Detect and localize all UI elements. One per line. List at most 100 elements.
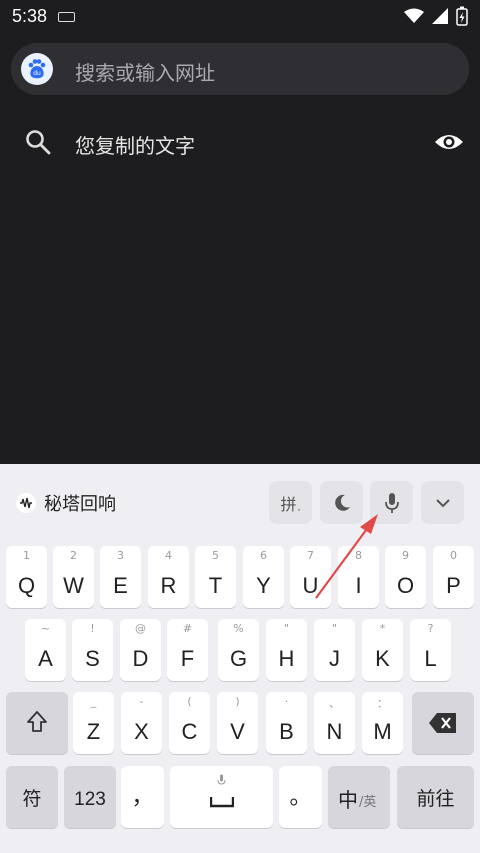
key-hint: # (182, 622, 193, 635)
space-key[interactable] (170, 766, 273, 828)
key-hint: @ (135, 622, 146, 635)
key-x[interactable]: -X (121, 692, 162, 754)
key-d[interactable]: @ D (120, 619, 161, 681)
key-label: P (446, 573, 461, 598)
key-k[interactable]: * K (362, 619, 403, 681)
suggestion-text: 您复制的文字 (75, 134, 195, 158)
key-p[interactable]: 0P (433, 546, 474, 608)
clipboard-suggestion[interactable]: 您复制的文字 (0, 118, 480, 170)
moon-icon (334, 494, 350, 511)
key-hint: ~ (40, 622, 51, 635)
key-hint: _ (90, 695, 97, 708)
comma-label: ， (131, 784, 154, 809)
key-label: M (373, 719, 392, 744)
key-v[interactable]: ) V (217, 692, 258, 754)
key-a[interactable]: ~ A (25, 619, 66, 681)
period-label: 。 (289, 784, 312, 809)
search-input[interactable]: 搜索或输入网址 (75, 57, 215, 86)
key-hint: - (139, 695, 144, 708)
key-b[interactable]: · B (266, 692, 307, 754)
collapse-keyboard-button[interactable] (421, 481, 464, 524)
key-z[interactable]: _ Z (73, 692, 114, 754)
key-hint: 8 (355, 549, 362, 562)
key-m[interactable]: ： M (362, 692, 403, 754)
key-hint: % (233, 622, 244, 635)
key-hint: · (284, 695, 289, 708)
keyboard-brand[interactable]: 秘塔回响 (16, 490, 116, 516)
key-label: Y (256, 573, 271, 598)
waveform-icon (16, 493, 36, 513)
key-label: I (355, 573, 362, 598)
key-r[interactable]: 4R (148, 546, 189, 608)
key-label: E (113, 573, 128, 598)
key-hint: 6 (260, 549, 267, 562)
status-icons (404, 6, 468, 26)
key-label: G (229, 646, 248, 671)
key-hint: 5 (212, 549, 219, 562)
key-label: A (38, 646, 53, 671)
keyboard-indicator-icon (58, 12, 75, 22)
search-icon (26, 130, 51, 155)
logo-text: du (33, 70, 41, 77)
key-label: F (180, 646, 195, 671)
chevron-down-icon (435, 498, 450, 507)
key-label: L (424, 646, 437, 671)
shift-key[interactable] (6, 692, 68, 754)
key-label: R (160, 573, 177, 598)
period-key[interactable]: 。 (279, 766, 322, 828)
key-hint: 、 (329, 697, 340, 710)
voice-input-button[interactable] (370, 481, 413, 524)
key-hint: " (331, 622, 338, 635)
ime-keyboard: 秘塔回响 拼, 1Q 2W 3E 4R 5T 6Y 7U 8I 9O 0P ~ A… (0, 464, 480, 853)
keyboard-toolbar: 秘塔回响 拼, (0, 464, 480, 544)
key-label: B (279, 719, 294, 744)
backspace-icon (429, 713, 456, 733)
key-o[interactable]: 9O (385, 546, 426, 608)
key-u[interactable]: 7U (290, 546, 331, 608)
signal-icon (432, 8, 448, 24)
key-l[interactable]: ? L (410, 619, 451, 681)
keyboard-brand-label: 秘塔回响 (44, 494, 116, 515)
shift-arrow-icon (27, 711, 47, 732)
key-label: V (230, 719, 245, 744)
key-hint: " (283, 622, 290, 635)
key-w[interactable]: 2W (53, 546, 94, 608)
key-f[interactable]: # F (167, 619, 208, 681)
key-label: N (326, 719, 343, 744)
key-e[interactable]: 3E (100, 546, 141, 608)
language-switch-key[interactable]: 中 /英 (328, 766, 390, 828)
numbers-key[interactable]: 123 (64, 766, 116, 828)
key-label: H (278, 646, 295, 671)
microphone-icon (217, 774, 226, 785)
lang-main-label: 中 (338, 788, 358, 812)
search-bar[interactable]: du 搜索或输入网址 (11, 43, 469, 95)
key-n[interactable]: 、 N (314, 692, 355, 754)
enter-label: 前往 (416, 789, 455, 810)
key-hint: 9 (402, 549, 409, 562)
key-label: Q (17, 573, 36, 598)
key-t[interactable]: 5T (195, 546, 236, 608)
battery-icon (456, 6, 468, 26)
symbols-key[interactable]: 符 (6, 766, 58, 828)
pinyin-toggle-button[interactable]: 拼, (269, 481, 312, 524)
key-hint: * (379, 622, 386, 635)
key-hint: 4 (165, 549, 172, 562)
numbers-label: 123 (74, 789, 106, 810)
key-s[interactable]: ! S (72, 619, 113, 681)
key-label: S (85, 646, 100, 671)
key-hint: ： (377, 697, 388, 710)
key-q[interactable]: 1Q (6, 546, 47, 608)
comma-key[interactable]: ， (121, 766, 164, 828)
key-c[interactable]: (C (169, 692, 210, 754)
baidu-logo-icon: du (21, 53, 53, 85)
key-j[interactable]: " J (314, 619, 355, 681)
enter-key[interactable]: 前往 (397, 766, 474, 828)
backspace-key[interactable] (412, 692, 474, 754)
key-i[interactable]: 8I (338, 546, 379, 608)
eye-icon[interactable] (434, 130, 464, 154)
key-h[interactable]: " H (266, 619, 307, 681)
key-g[interactable]: % G (218, 619, 259, 681)
dark-mode-button[interactable] (320, 481, 363, 524)
space-bar-icon (210, 797, 234, 808)
key-y[interactable]: 6Y (243, 546, 284, 608)
